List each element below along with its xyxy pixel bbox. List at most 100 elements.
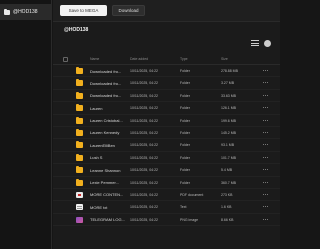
folder-icon bbox=[76, 67, 83, 74]
table-row[interactable]: Downloaded fro... 10/11/2025, 04:22 Folder… bbox=[53, 90, 280, 103]
file-date: 10/11/2025, 04:22 bbox=[130, 168, 158, 173]
more-options-icon[interactable] bbox=[263, 131, 268, 133]
file-type: PNG image bbox=[180, 217, 199, 222]
table-row[interactable]: LaurenElliBen 10/11/2025, 04:22 Folder 93.1… bbox=[53, 139, 280, 152]
header-type[interactable]: Type bbox=[180, 57, 188, 61]
file-date: 10/11/2025, 04:22 bbox=[130, 180, 158, 185]
thumbnail-view-icon[interactable] bbox=[264, 40, 271, 47]
more-options-icon[interactable] bbox=[263, 107, 268, 109]
img-icon bbox=[76, 216, 83, 223]
header-date[interactable]: Date added bbox=[130, 57, 148, 61]
folder-icon bbox=[76, 178, 83, 186]
file-name: Lauren Kennedy bbox=[90, 130, 120, 136]
more-options-icon[interactable] bbox=[263, 94, 268, 96]
file-date: 10/11/2025, 04:22 bbox=[130, 93, 158, 98]
view-tools bbox=[251, 40, 271, 47]
file-type: Folder bbox=[180, 93, 190, 98]
save-to-mega-button[interactable]: Save to MEGA bbox=[60, 5, 107, 16]
file-size: 3.27 MB bbox=[221, 81, 235, 86]
file-date: 10/11/2025, 04:22 bbox=[130, 106, 158, 111]
file-name: Lush S bbox=[90, 155, 103, 161]
download-button[interactable]: Download bbox=[112, 5, 145, 16]
file-type: PDF document bbox=[180, 192, 204, 197]
folder-icon bbox=[76, 166, 83, 174]
folder-icon bbox=[76, 141, 83, 149]
more-options-icon[interactable] bbox=[263, 144, 268, 146]
more-options-icon[interactable] bbox=[263, 169, 268, 171]
file-size: 93.1 MB bbox=[221, 143, 235, 148]
folder-icon bbox=[76, 79, 83, 87]
file-type: Folder bbox=[180, 155, 190, 160]
file-type: Folder bbox=[180, 180, 190, 185]
more-options-icon[interactable] bbox=[263, 181, 268, 183]
file-name: Downloaded fro... bbox=[90, 68, 122, 74]
file-type: Folder bbox=[180, 168, 190, 173]
sidebar-item-account[interactable]: @HOD138 bbox=[0, 4, 52, 20]
file-size: 8.66 KB bbox=[221, 217, 234, 222]
file-size: 126.1 MB bbox=[221, 106, 236, 111]
table-row[interactable]: Lauren Cristobal... 10/11/2025, 04:22 Fold… bbox=[53, 115, 280, 127]
main-panel: Save to MEGA Download @HOD138 Name Date … bbox=[53, 0, 280, 249]
more-options-icon[interactable] bbox=[263, 70, 268, 71]
file-size: 1.6 KB bbox=[221, 205, 232, 210]
header-name[interactable]: Name bbox=[90, 57, 99, 61]
table-row[interactable]: MORE txt 10/11/2025, 04:22 Text 1.6 KB bbox=[53, 201, 280, 214]
more-options-icon[interactable] bbox=[263, 218, 268, 220]
file-name: TELEGRAM LOG... bbox=[90, 217, 125, 223]
file-size: 199.6 MB bbox=[221, 118, 236, 123]
table-row[interactable]: Lush S 10/11/2025, 04:22 Folder 101.7 MB bbox=[53, 152, 280, 165]
file-type: Folder bbox=[180, 143, 190, 148]
top-toolbar: Save to MEGA Download bbox=[53, 0, 280, 22]
sidebar: @HOD138 bbox=[0, 0, 52, 249]
select-all-checkbox[interactable] bbox=[63, 57, 68, 62]
file-type: Folder bbox=[180, 106, 190, 111]
file-size: 273 KB bbox=[221, 192, 233, 197]
file-date: 10/11/2025, 04:22 bbox=[130, 69, 158, 73]
table-row[interactable]: Lauren 10/11/2025, 04:22 Folder 126.1 MB bbox=[53, 102, 280, 115]
file-type: Folder bbox=[180, 81, 190, 86]
more-options-icon[interactable] bbox=[263, 193, 268, 195]
list-view-icon[interactable] bbox=[251, 40, 259, 47]
file-size: 33.63 MB bbox=[221, 93, 236, 98]
file-name: Leanne Shannon bbox=[90, 167, 121, 173]
file-size: 278.88 MB bbox=[221, 69, 238, 73]
file-date: 10/11/2025, 04:22 bbox=[130, 155, 158, 160]
more-options-icon[interactable] bbox=[263, 156, 268, 158]
table-row[interactable]: Lauren Kennedy 10/11/2025, 04:22 Folder 145… bbox=[53, 127, 280, 140]
more-options-icon[interactable] bbox=[263, 82, 268, 84]
file-date: 10/11/2025, 04:22 bbox=[130, 130, 158, 135]
table-body: Downloaded fro... 10/11/2025, 04:22 Folder… bbox=[53, 65, 280, 227]
table-row[interactable]: Leanne Shannon 10/11/2025, 04:22 Folder 5.4… bbox=[53, 164, 280, 177]
more-options-icon[interactable] bbox=[263, 119, 268, 121]
table-row[interactable]: Downloaded fro... 10/11/2025, 04:22 Folder… bbox=[53, 65, 280, 78]
more-options-icon[interactable] bbox=[263, 206, 268, 208]
table-header: Name Date added Type Size bbox=[53, 54, 280, 65]
sidebar-item-label: @HOD138 bbox=[13, 9, 38, 15]
file-date: 10/11/2025, 04:22 bbox=[130, 81, 158, 86]
folder-icon bbox=[76, 116, 83, 124]
folder-icon bbox=[4, 8, 10, 15]
txt-icon bbox=[76, 204, 83, 211]
file-size: 360.7 MB bbox=[221, 180, 236, 185]
file-size: 145.2 MB bbox=[221, 130, 236, 135]
folder-icon bbox=[76, 128, 83, 136]
file-size: 5.4 MB bbox=[221, 168, 233, 173]
file-name: LaurenElliBen bbox=[90, 142, 115, 148]
header-size[interactable]: Size bbox=[221, 57, 228, 61]
table-row[interactable]: Lexie Pemmer... 10/11/2025, 04:22 Folder 36… bbox=[53, 177, 280, 189]
table-row[interactable]: Downloaded fro... 10/11/2025, 04:22 Folder… bbox=[53, 77, 280, 90]
file-name: MORE CONTEN... bbox=[90, 192, 124, 198]
folder-title: @HOD138 bbox=[64, 27, 89, 33]
file-date: 10/11/2025, 04:22 bbox=[130, 118, 158, 123]
file-table: Name Date added Type Size Downloaded fro… bbox=[53, 54, 280, 227]
table-row[interactable]: MORE CONTEN... 10/11/2025, 04:22 PDF docum… bbox=[53, 189, 280, 202]
folder-icon bbox=[76, 91, 83, 99]
file-name: Lexie Pemmer... bbox=[90, 180, 119, 186]
folder-icon bbox=[76, 153, 83, 161]
file-date: 10/11/2025, 04:22 bbox=[130, 143, 158, 148]
file-name: MORE txt bbox=[90, 204, 108, 210]
file-date: 10/11/2025, 04:22 bbox=[130, 217, 158, 222]
file-type: Folder bbox=[180, 69, 190, 73]
file-type: Folder bbox=[180, 118, 190, 123]
table-row[interactable]: TELEGRAM LOG... 10/11/2025, 04:22 PNG imag… bbox=[53, 214, 280, 227]
